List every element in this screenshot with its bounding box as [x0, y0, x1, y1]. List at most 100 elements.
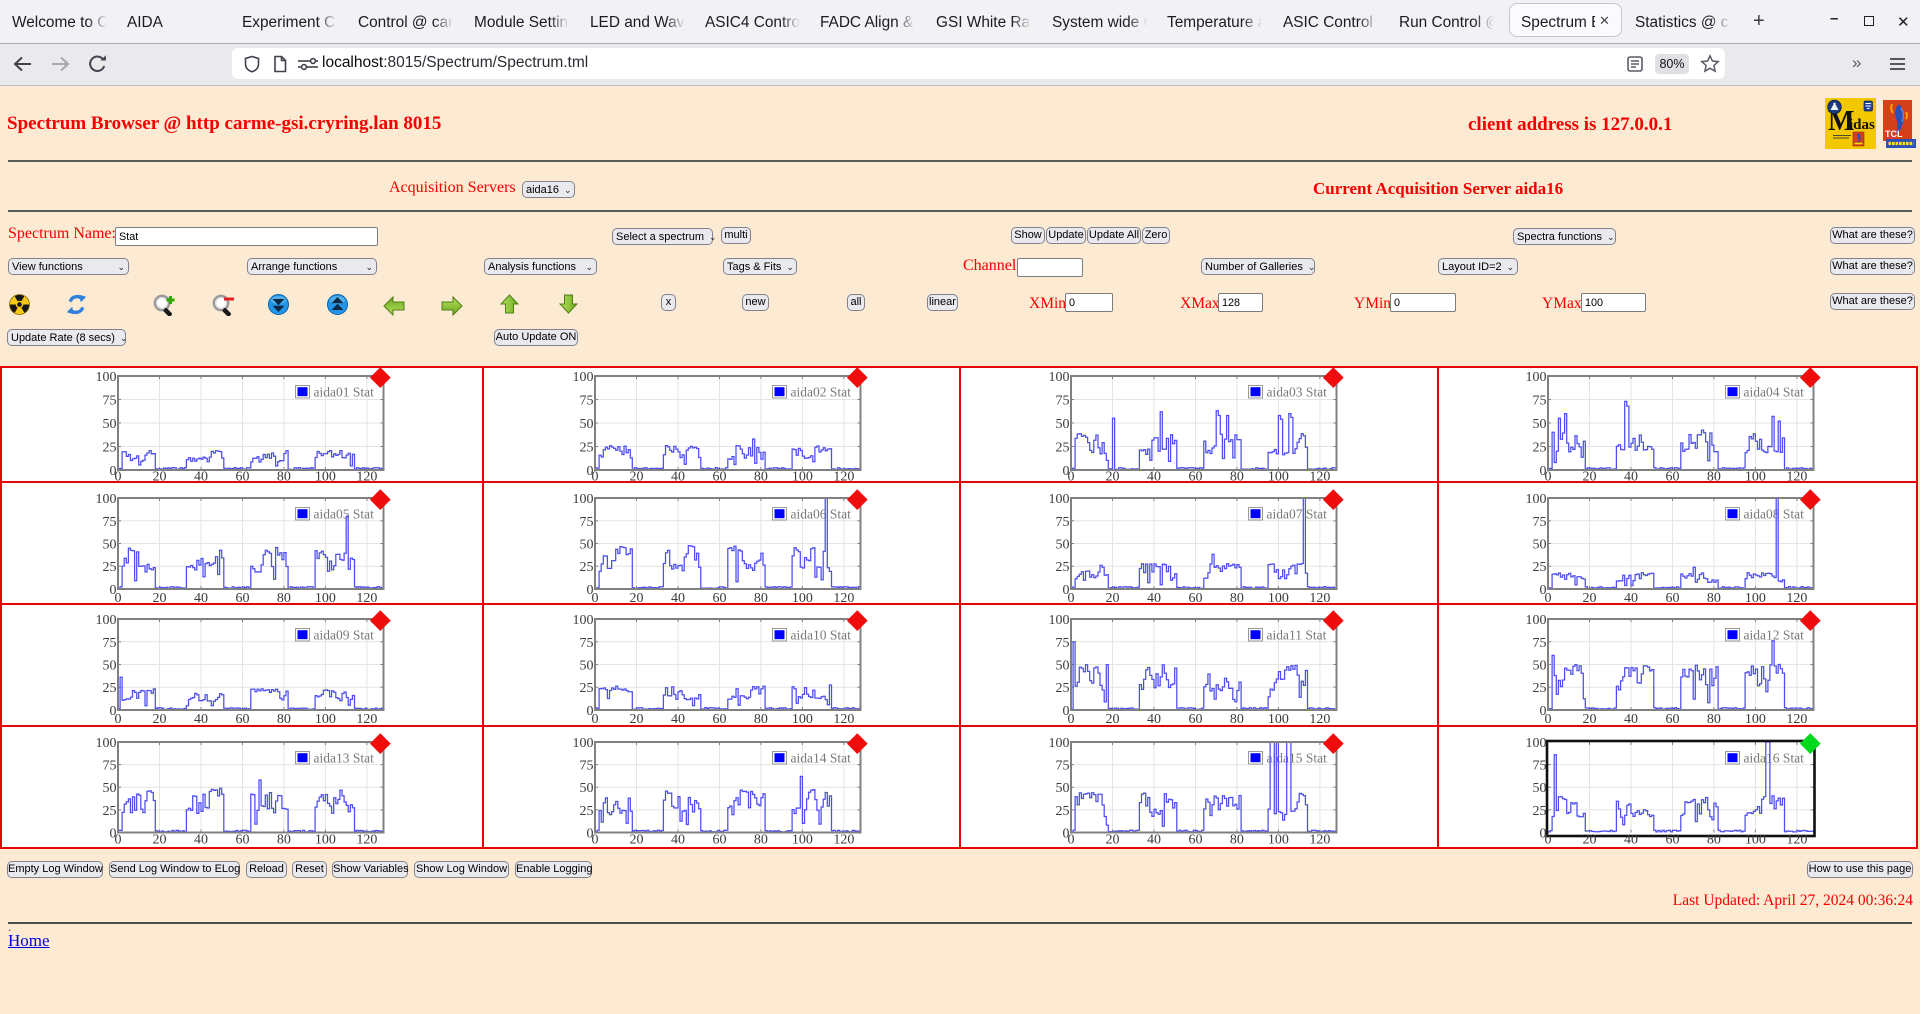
svg-text:60: 60 [1189, 469, 1203, 484]
svg-text:25: 25 [1533, 560, 1547, 575]
svg-text:25: 25 [1056, 804, 1070, 819]
svg-text:aida03 Stat: aida03 Stat [1267, 384, 1328, 399]
svg-text:aida02 Stat: aida02 Stat [790, 384, 851, 399]
svg-text:20: 20 [629, 590, 643, 605]
svg-text:80: 80 [1230, 712, 1244, 727]
svg-text:100: 100 [792, 712, 813, 727]
svg-text:20: 20 [1583, 712, 1597, 727]
svg-text:40: 40 [194, 712, 208, 727]
svg-text:60: 60 [236, 590, 250, 605]
svg-text:100: 100 [572, 613, 593, 628]
svg-text:60: 60 [236, 712, 250, 727]
svg-text:80: 80 [277, 712, 291, 727]
svg-text:80: 80 [1707, 469, 1721, 484]
svg-text:120: 120 [1310, 590, 1331, 605]
svg-text:100: 100 [1049, 370, 1070, 385]
svg-text:80: 80 [754, 590, 768, 605]
svg-text:120: 120 [1310, 712, 1331, 727]
svg-text:0: 0 [591, 832, 598, 847]
svg-text:60: 60 [1666, 712, 1680, 727]
svg-text:120: 120 [833, 590, 854, 605]
svg-text:50: 50 [103, 781, 117, 796]
svg-text:0: 0 [1068, 832, 1075, 847]
svg-text:120: 120 [356, 832, 377, 847]
svg-text:100: 100 [315, 590, 336, 605]
svg-text:50: 50 [103, 537, 117, 552]
svg-text:75: 75 [103, 636, 117, 651]
svg-text:100: 100 [1745, 712, 1766, 727]
svg-text:75: 75 [1533, 758, 1547, 773]
svg-text:60: 60 [1189, 712, 1203, 727]
svg-text:25: 25 [103, 804, 117, 819]
svg-text:40: 40 [194, 469, 208, 484]
svg-text:aida14 Stat: aida14 Stat [790, 750, 851, 765]
svg-text:40: 40 [671, 712, 685, 727]
svg-text:0: 0 [591, 712, 598, 727]
svg-text:60: 60 [712, 469, 726, 484]
svg-text:80: 80 [1230, 590, 1244, 605]
svg-text:100: 100 [1745, 590, 1766, 605]
svg-text:25: 25 [1533, 681, 1547, 696]
svg-text:aida13 Stat: aida13 Stat [314, 750, 375, 765]
svg-text:50: 50 [1533, 537, 1547, 552]
svg-text:20: 20 [1106, 712, 1120, 727]
svg-text:100: 100 [1049, 736, 1070, 751]
svg-text:75: 75 [1056, 514, 1070, 529]
svg-text:0: 0 [1068, 469, 1075, 484]
svg-text:50: 50 [1533, 417, 1547, 432]
svg-text:120: 120 [833, 469, 854, 484]
svg-text:40: 40 [1624, 832, 1638, 847]
svg-text:aida09 Stat: aida09 Stat [314, 628, 375, 643]
svg-text:75: 75 [1056, 758, 1070, 773]
svg-text:60: 60 [1189, 590, 1203, 605]
svg-text:75: 75 [103, 393, 117, 408]
svg-text:60: 60 [1666, 832, 1680, 847]
svg-text:100: 100 [1745, 469, 1766, 484]
svg-text:0: 0 [1068, 712, 1075, 727]
svg-text:40: 40 [671, 590, 685, 605]
svg-text:100: 100 [1268, 712, 1289, 727]
svg-text:25: 25 [1056, 560, 1070, 575]
svg-text:0: 0 [591, 590, 598, 605]
svg-text:TCL: TCL [1885, 129, 1903, 139]
svg-text:aida05 Stat: aida05 Stat [314, 506, 375, 521]
svg-text:80: 80 [754, 712, 768, 727]
svg-text:80: 80 [1707, 832, 1721, 847]
svg-text:100: 100 [572, 736, 593, 751]
svg-text:80: 80 [1707, 590, 1721, 605]
svg-text:100: 100 [1049, 613, 1070, 628]
svg-text:120: 120 [356, 590, 377, 605]
svg-text:aida01 Stat: aida01 Stat [314, 384, 375, 399]
svg-text:aida04 Stat: aida04 Stat [1744, 384, 1805, 399]
svg-text:50: 50 [579, 417, 593, 432]
svg-text:20: 20 [153, 832, 167, 847]
svg-text:100: 100 [315, 469, 336, 484]
svg-text:100: 100 [1268, 469, 1289, 484]
svg-text:100: 100 [315, 832, 336, 847]
svg-text:aida16 Stat: aida16 Stat [1744, 750, 1805, 765]
svg-text:120: 120 [833, 832, 854, 847]
svg-text:100: 100 [1049, 492, 1070, 507]
svg-text:aida11 Stat: aida11 Stat [1267, 628, 1327, 643]
svg-text:50: 50 [1056, 781, 1070, 796]
svg-text:80: 80 [1707, 712, 1721, 727]
svg-text:75: 75 [103, 514, 117, 529]
svg-text:25: 25 [579, 440, 593, 455]
svg-text:120: 120 [356, 712, 377, 727]
svg-text:0: 0 [1545, 832, 1552, 847]
svg-text:50: 50 [1056, 659, 1070, 674]
svg-text:20: 20 [629, 832, 643, 847]
svg-text:120: 120 [833, 712, 854, 727]
svg-text:120: 120 [1786, 832, 1807, 847]
svg-text:100: 100 [315, 712, 336, 727]
svg-text:40: 40 [1624, 469, 1638, 484]
svg-text:50: 50 [579, 659, 593, 674]
svg-text:60: 60 [712, 712, 726, 727]
svg-text:25: 25 [1056, 440, 1070, 455]
svg-text:100: 100 [1745, 832, 1766, 847]
svg-text:75: 75 [1056, 636, 1070, 651]
svg-text:75: 75 [579, 758, 593, 773]
svg-text:0: 0 [115, 832, 122, 847]
svg-text:100: 100 [1526, 370, 1547, 385]
svg-text:0: 0 [1068, 590, 1075, 605]
